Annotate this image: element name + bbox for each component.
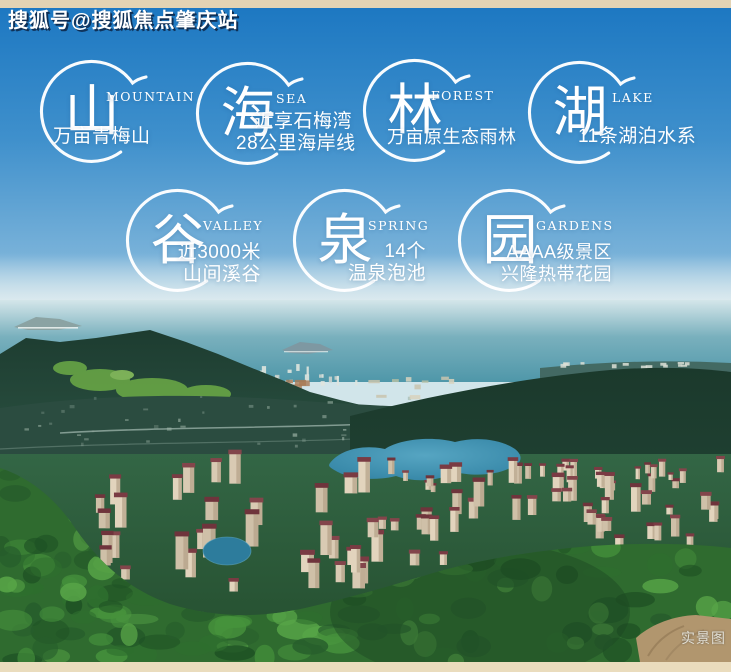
feature-line: 近3000米 — [159, 242, 261, 264]
feature-line: 万亩青梅山 — [53, 126, 151, 148]
feature-english-label: FOREST — [431, 88, 494, 103]
feature-line: 14个 — [326, 241, 426, 263]
feature-description: 万亩青梅山 — [53, 126, 151, 148]
feature-description: 近享石梅湾28公里海岸线 — [236, 111, 352, 155]
bottom-margin-strip — [0, 662, 731, 672]
feature-line: 温泉泡池 — [326, 263, 426, 285]
feature-description: 14个温泉泡池 — [326, 241, 426, 285]
feature-english-label: GARDENS — [536, 218, 614, 233]
feature-line: 近享石梅湾 — [236, 111, 352, 133]
feature-description: 近3000米山间溪谷 — [159, 242, 261, 286]
feature-line: 山间溪谷 — [159, 264, 261, 286]
feature-line: 11条湖泊水系 — [578, 126, 696, 148]
photo-watermark: 实景图 — [681, 628, 726, 648]
feature-line: 万亩原生态雨林 — [387, 126, 517, 148]
feature-english-label: VALLEY — [203, 218, 263, 233]
feature-badge-gardens: 园 GARDENS AAAA级景区兴隆热带花园 — [458, 188, 690, 348]
top-margin-strip — [0, 0, 731, 8]
feature-badges-layer: 山 MOUNTAIN 万亩青梅山 海 SEA 近享石梅湾28公里海岸线 林 FO… — [0, 0, 731, 672]
feature-description: 万亩原生态雨林 — [387, 126, 517, 148]
feature-english-label: LAKE — [612, 90, 654, 105]
feature-line: 28公里海岸线 — [236, 133, 352, 155]
feature-line: 兴隆热带花园 — [500, 263, 612, 285]
feature-english-label: SEA — [276, 91, 307, 106]
feature-description: 11条湖泊水系 — [578, 126, 696, 148]
feature-english-label: MOUNTAIN — [106, 89, 195, 104]
feature-english-label: SPRING — [368, 218, 429, 233]
sohu-account-watermark: 搜狐号@搜狐焦点肇庆站 — [8, 4, 239, 33]
feature-description: AAAA级景区兴隆热带花园 — [500, 241, 612, 285]
feature-line: AAAA级景区 — [500, 241, 612, 263]
promo-image-page: 实景图 搜狐号@搜狐焦点肇庆站 山 MOUNTAIN 万亩青梅山 海 SEA 近… — [0, 0, 731, 672]
